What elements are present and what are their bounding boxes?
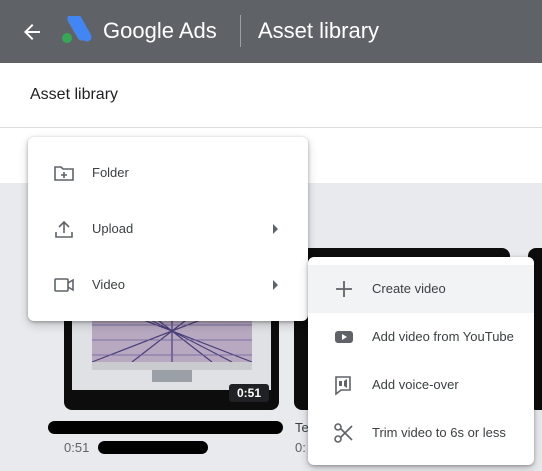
plus-icon — [336, 281, 352, 297]
upload-icon — [55, 220, 73, 238]
menu-item-label: Video — [92, 277, 126, 292]
youtube-icon — [335, 331, 353, 343]
redaction-bar — [48, 421, 283, 434]
folder-add-icon — [54, 166, 74, 181]
page-title: Asset library — [258, 18, 380, 43]
redaction-bar — [98, 441, 208, 454]
menu-item-trim-video[interactable]: Trim video to 6s or less — [308, 409, 534, 457]
asset-library-subheader: Asset library — [0, 63, 542, 128]
menu-item-label: Folder — [92, 165, 129, 180]
menu-item-upload[interactable]: Upload — [28, 205, 308, 253]
menu-item-label: Add video from YouTube — [372, 329, 514, 344]
menu-item-label: Upload — [92, 221, 134, 236]
menu-item-folder[interactable]: Folder — [28, 149, 308, 197]
menu-item-add-youtube[interactable]: Add video from YouTube — [308, 313, 534, 361]
asset-duration: 0:51 — [64, 440, 90, 455]
menu-item-label: Trim video to 6s or less — [372, 425, 506, 440]
top-app-bar: Google Ads Asset library — [0, 0, 542, 63]
menu-item-label: Add voice-over — [372, 377, 459, 392]
back-arrow-icon[interactable] — [20, 20, 44, 44]
duration-badge: 0:51 — [229, 384, 269, 402]
header-divider — [240, 15, 241, 47]
asset-duration-2: 0: — [295, 440, 306, 455]
menu-item-voice-over[interactable]: Add voice-over — [308, 361, 534, 409]
asset-title-2: Te — [295, 420, 309, 435]
menu-item-video[interactable]: Video — [28, 261, 308, 309]
brand-name: Google Ads — [103, 18, 217, 43]
scissors-icon — [334, 423, 353, 443]
menu-item-label: Create video — [372, 281, 446, 296]
subheader-title: Asset library — [30, 86, 119, 103]
voice-over-icon — [335, 376, 351, 396]
video-camera-icon — [54, 278, 74, 292]
submenu-arrow-icon — [273, 280, 278, 290]
submenu-arrow-icon — [273, 224, 278, 234]
new-asset-menu: Folder Upload Video — [28, 137, 308, 321]
menu-item-create-video[interactable]: Create video — [308, 265, 534, 313]
google-ads-logo — [62, 16, 92, 43]
video-submenu: Create video Add video from YouTube Add … — [308, 257, 534, 465]
